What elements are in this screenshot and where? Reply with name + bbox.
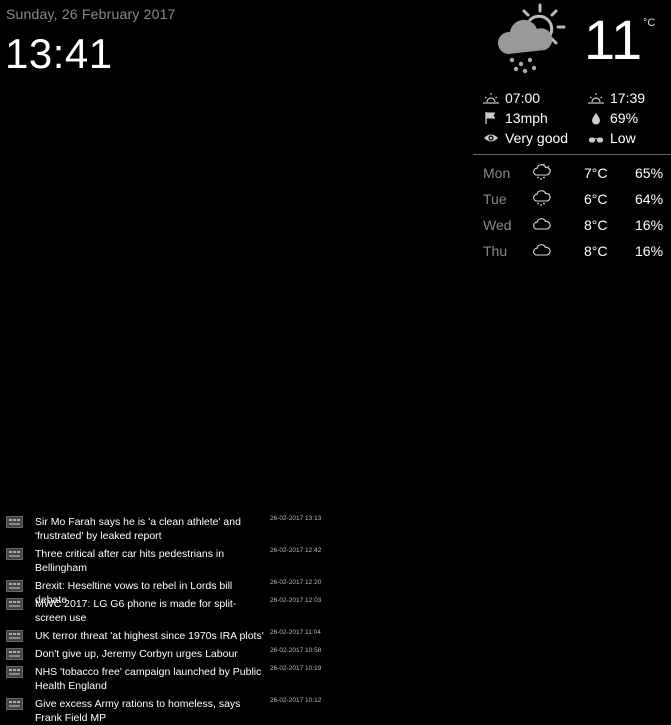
visibility: Very good xyxy=(483,128,568,148)
bbc-news-icon xyxy=(6,698,23,710)
humidity-value: 69% xyxy=(610,110,639,126)
news-timestamp: 26-02-2017 12:20 xyxy=(270,579,322,586)
news-timestamp: 26-02-2017 10:12 xyxy=(270,697,322,704)
bbc-news-icon xyxy=(6,516,23,528)
cloud-icon xyxy=(533,244,551,256)
news-headline: MWC 2017: LG G6 phone is made for split-… xyxy=(35,598,237,624)
forecast-row: Mon 7°C 65% xyxy=(473,159,671,185)
forecast-temp: 8°C xyxy=(584,243,608,259)
forecast-row: Wed 8°C 16% xyxy=(473,211,671,237)
uv-value: Low xyxy=(610,130,636,146)
forecast-temp: 7°C xyxy=(584,165,608,181)
bbc-news-icon xyxy=(6,598,23,610)
forecast-row: Tue 6°C 64% xyxy=(473,185,671,211)
sun-cloud-rain-icon xyxy=(497,3,566,74)
sun-rain-icon xyxy=(533,164,551,180)
news-headline: Three critical after car hits pedestrian… xyxy=(35,548,225,574)
weather-divider xyxy=(473,154,671,155)
sunrise: 07:00 xyxy=(483,88,540,108)
visibility-value: Very good xyxy=(505,130,569,146)
forecast-day: Wed xyxy=(483,217,512,233)
forecast-precip: 64% xyxy=(635,191,664,207)
current-temperature: 11 xyxy=(584,8,643,71)
wind: 13mph xyxy=(483,108,548,128)
news-timestamp: 26-02-2017 13:13 xyxy=(270,515,322,522)
forecast-day: Thu xyxy=(483,243,508,259)
news-headline: Give excess Army rations to homeless, sa… xyxy=(35,698,241,724)
news-timestamp: 26-02-2017 10:58 xyxy=(270,647,322,654)
sunset-icon xyxy=(588,93,604,104)
forecast-temp: 8°C xyxy=(584,217,608,233)
clock-time: 13:41 xyxy=(5,30,113,77)
forecast-day: Tue xyxy=(483,191,507,207)
forecast-precip: 16% xyxy=(635,243,664,259)
news-timestamp: 26-02-2017 10:19 xyxy=(270,665,322,672)
news-timestamp: 26-02-2017 12:03 xyxy=(270,597,322,604)
cloud-rain-icon xyxy=(533,190,551,206)
forecast-precip: 16% xyxy=(635,217,664,233)
eye-icon xyxy=(484,134,498,142)
forecast-day: Mon xyxy=(483,165,511,181)
weather-details: 07:00 17:39 13mph 69% Very good Low xyxy=(481,88,671,148)
bbc-news-icon xyxy=(6,648,23,660)
news-headline: Sir Mo Farah says he is 'a clean athlete… xyxy=(35,516,241,542)
cloud-icon xyxy=(533,218,551,230)
bbc-news-icon xyxy=(6,548,23,560)
sunglasses-icon xyxy=(588,137,604,143)
sunrise-time: 07:00 xyxy=(505,90,541,106)
sunrise-icon xyxy=(483,93,499,104)
sunset-time: 17:39 xyxy=(610,90,646,106)
bbc-news-icon xyxy=(6,666,23,678)
wind-speed: 13mph xyxy=(505,110,548,126)
news-headline: Don't give up, Jeremy Corbyn urges Labou… xyxy=(35,648,238,660)
humidity: 69% xyxy=(588,108,638,128)
bbc-news-icon xyxy=(6,630,23,642)
forecast-temp: 6°C xyxy=(584,191,608,207)
temperature-unit: °C xyxy=(643,17,656,29)
sunset: 17:39 xyxy=(588,88,645,108)
news-headline: NHS 'tobacco free' campaign launched by … xyxy=(35,666,262,692)
forecast-row: Thu 8°C 16% xyxy=(473,237,671,263)
news-timestamp: 26-02-2017 11:04 xyxy=(270,629,321,636)
news-headline: UK terror threat 'at highest since 1970s… xyxy=(35,630,264,642)
flag-icon xyxy=(485,112,496,124)
droplet-icon xyxy=(592,113,600,125)
forecast-precip: 65% xyxy=(635,165,664,181)
uv-index: Low xyxy=(588,128,636,148)
news-timestamp: 26-02-2017 12:42 xyxy=(270,547,322,554)
bbc-news-icon xyxy=(6,580,23,592)
date-label: Sunday, 26 February 2017 xyxy=(6,6,176,22)
